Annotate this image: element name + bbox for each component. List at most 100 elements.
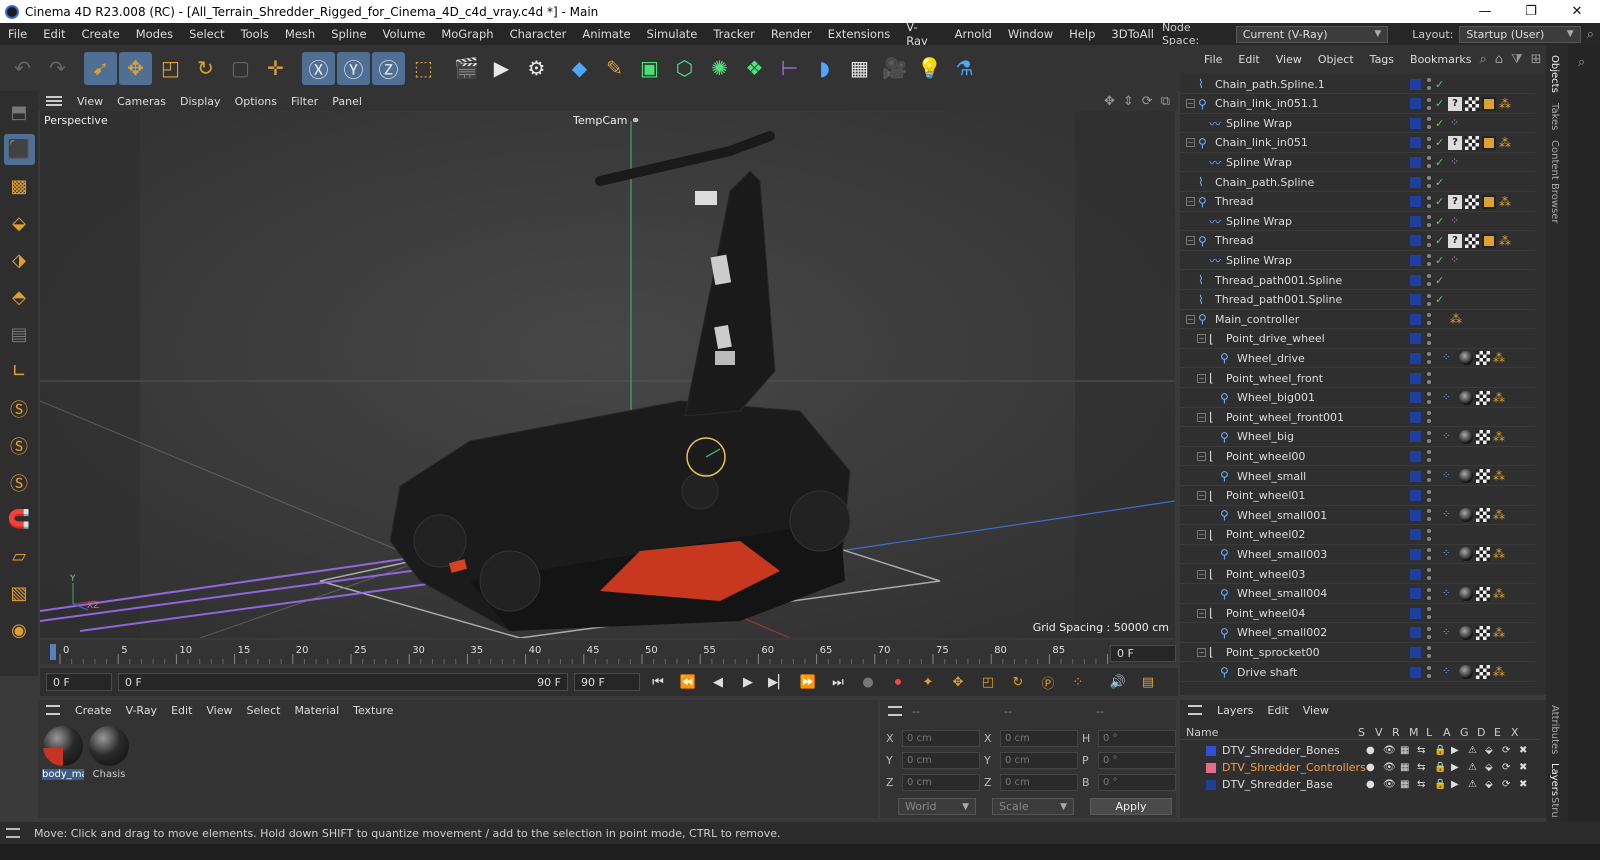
layer-color-swatch[interactable] (1410, 392, 1421, 404)
menu-modes[interactable]: Modes (128, 27, 181, 41)
object-name[interactable]: Point_sprocket00 (1226, 646, 1320, 659)
layer-color-swatch[interactable] (1410, 588, 1421, 600)
visibility-dots[interactable] (1427, 470, 1431, 482)
texture-tag-icon[interactable] (1476, 351, 1490, 366)
ik-tag-icon[interactable]: ⁂ (1499, 234, 1513, 248)
menu-character[interactable]: Character (502, 27, 575, 41)
layer-color-swatch[interactable] (1410, 254, 1421, 266)
material-tag-icon[interactable] (1459, 625, 1473, 640)
size-y-field[interactable]: 0 cm (1000, 752, 1078, 769)
texture-tag-icon[interactable] (1476, 665, 1490, 679)
hamburger-menu-icon[interactable] (46, 705, 60, 715)
constraint-tag-icon[interactable]: ⁘ (1442, 351, 1456, 365)
layer-column-header[interactable]: D (1477, 726, 1488, 739)
axis-mode-icon[interactable]: ∟ (4, 356, 35, 387)
object-name[interactable]: Point_wheel01 (1226, 489, 1305, 502)
menu-volume[interactable]: Volume (375, 27, 434, 41)
material-tag-icon[interactable] (1459, 586, 1473, 601)
floor-icon[interactable]: ▦ (843, 52, 876, 85)
ik-tag-icon[interactable]: ⁂ (1493, 391, 1507, 405)
spline-wrap-tag-icon[interactable]: ⁘ (1450, 253, 1464, 267)
object-name[interactable]: Spline Wrap (1226, 117, 1292, 130)
menu-vray[interactable]: V-Ray (898, 20, 946, 48)
layer-color-swatch[interactable] (1206, 779, 1216, 790)
search-icon[interactable]: ⌕ (1587, 27, 1594, 42)
menu-spline[interactable]: Spline (323, 27, 374, 41)
layer-column-header[interactable]: X (1511, 726, 1522, 739)
texture-tag-icon[interactable] (1476, 625, 1490, 640)
zoom-view-icon[interactable]: ⇕ (1123, 94, 1134, 109)
layer-toggle-icon[interactable]: ⟳ (1502, 762, 1514, 773)
layer-color-swatch[interactable] (1410, 666, 1421, 678)
play-icon[interactable]: ▶ (736, 671, 760, 693)
uvw-tag-icon[interactable] (1482, 135, 1496, 150)
render-region-icon[interactable]: 🎬 (450, 52, 483, 85)
object-row[interactable]: ⌇ Thread_path001.Spline ✓ (1180, 291, 1535, 310)
filter-icon[interactable]: ⧩ (1511, 52, 1523, 67)
menu-window[interactable]: Window (1000, 27, 1061, 41)
object-row[interactable]: − ⌊ Point_wheel_front (1180, 369, 1535, 388)
layers-menu-layers[interactable]: Layers (1210, 704, 1260, 717)
visibility-dots[interactable] (1427, 254, 1431, 267)
material-tag-icon[interactable] (1459, 508, 1473, 523)
layer-row[interactable]: DTV_Shredder_Base ● 👁 ▦ ⇆ 🔒 ▶ ⚠ ⬙ ⟳ ✖ (1180, 776, 1540, 793)
edges-mode-icon[interactable]: ⬗ (4, 245, 35, 276)
next-key-icon[interactable]: ⏩ (796, 671, 820, 693)
timeline-window-icon[interactable]: ▤ (1136, 671, 1160, 693)
layer-toggle-icon[interactable]: ⚠ (1468, 779, 1480, 790)
position-y-field[interactable]: 0 cm (902, 752, 980, 769)
layer-column-header[interactable]: A (1443, 726, 1454, 739)
object-name[interactable]: Chain_link_in051.1 (1215, 97, 1318, 110)
visibility-dots[interactable] (1427, 352, 1431, 365)
mat-menu-texture[interactable]: Texture (346, 704, 400, 717)
layer-toggle-icon[interactable]: ▦ (1400, 745, 1412, 756)
layer-toggle-icon[interactable]: ⚠ (1468, 762, 1480, 773)
menu-extensions[interactable]: Extensions (820, 27, 898, 41)
ik-tag-icon[interactable]: ⁂ (1493, 626, 1507, 640)
layer-color-swatch[interactable] (1410, 117, 1421, 129)
object-row[interactable]: ⌇ Chain_path.Spline ✓ (1180, 173, 1535, 192)
enabled-check-icon[interactable]: ✓ (1435, 254, 1444, 267)
sound-icon[interactable]: 🔊 (1106, 671, 1130, 693)
visibility-dots[interactable] (1427, 195, 1431, 208)
expand-toggle[interactable]: − (1197, 451, 1206, 461)
layer-column-header[interactable]: R (1392, 726, 1403, 739)
model-mode-icon[interactable]: ⬛ (3, 134, 35, 165)
layout-dropdown[interactable]: Startup (User) ▼ (1459, 25, 1581, 43)
object-row[interactable]: 〰 Spline Wrap ✓ ⁘ (1180, 114, 1535, 134)
object-row[interactable]: − ⚲ Thread ✓? ⁂ (1180, 232, 1535, 251)
field-icon[interactable]: ◗ (808, 52, 841, 85)
ik-tag-icon[interactable]: ⁂ (1493, 508, 1507, 522)
layer-color-swatch[interactable] (1410, 411, 1421, 423)
layer-color-swatch[interactable] (1410, 372, 1421, 384)
object-row[interactable]: − ⌊ Point_wheel04 (1180, 604, 1535, 624)
transform-tool-icon[interactable]: ✛ (259, 52, 292, 85)
object-name[interactable]: Wheel_big (1237, 430, 1294, 443)
menu-create[interactable]: Create (74, 27, 128, 41)
material-tag-icon[interactable] (1459, 390, 1473, 405)
constraint-tag-icon[interactable]: ⁘ (1442, 587, 1456, 601)
close-button[interactable]: ✕ (1554, 0, 1600, 23)
layer-toggle-icon[interactable]: ⇆ (1417, 762, 1429, 773)
object-row[interactable]: − ⌊ Point_drive_wheel (1180, 330, 1535, 349)
object-name[interactable]: Chain_path.Spline.1 (1215, 78, 1325, 91)
previous-frame-icon[interactable]: ◀ (706, 671, 730, 693)
home-icon[interactable]: ⌂ (1495, 52, 1503, 67)
layer-color-swatch[interactable] (1410, 470, 1421, 482)
object-row[interactable]: ⌇ Chain_path.Spline.1 ✓ (1180, 75, 1535, 94)
texture-mode-icon[interactable]: ▩ (4, 171, 35, 202)
undo-icon[interactable]: ↶ (6, 52, 39, 85)
unknown-tag-icon[interactable]: ? (1448, 96, 1462, 111)
visibility-dots[interactable] (1427, 136, 1431, 149)
layer-toggle-icon[interactable]: ● (1366, 762, 1378, 773)
tab-content-browser[interactable]: Content Browser (1549, 140, 1560, 223)
layer-toggle-icon[interactable]: 👁 (1383, 762, 1396, 773)
ik-tag-icon[interactable]: ⁂ (1493, 587, 1507, 601)
subdivision-icon[interactable]: ▣ (633, 52, 666, 85)
menu-edit[interactable]: Edit (35, 27, 73, 41)
tab-takes[interactable]: Takes (1549, 103, 1560, 130)
menu-animate[interactable]: Animate (574, 27, 638, 41)
mat-menu-vray[interactable]: V-Ray (119, 704, 165, 717)
viewport-menu-filter[interactable]: Filter (284, 95, 325, 108)
object-name[interactable]: Point_wheel_front (1226, 372, 1323, 385)
